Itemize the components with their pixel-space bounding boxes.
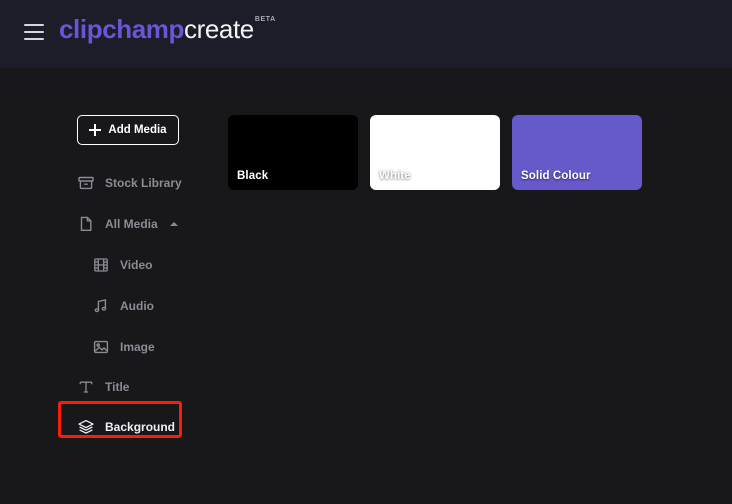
- background-card-solid-colour[interactable]: Solid Colour: [512, 115, 642, 190]
- stock-library-icon: [77, 174, 95, 192]
- sidebar-item-stock-library[interactable]: Stock Library: [77, 168, 182, 198]
- plus-icon: [89, 124, 102, 136]
- add-media-label: Add Media: [108, 124, 167, 136]
- sidebar-item-label: Background: [105, 420, 176, 434]
- brand-name-secondary: create: [184, 14, 254, 44]
- background-card-white[interactable]: White: [370, 115, 500, 190]
- hamburger-menu-icon[interactable]: [24, 24, 44, 40]
- card-label: Solid Colour: [521, 170, 591, 182]
- sidebar-item-audio[interactable]: Audio: [92, 291, 154, 321]
- layers-icon: [77, 418, 95, 436]
- background-card-black[interactable]: Black: [228, 115, 358, 190]
- sidebar-item-image[interactable]: Image: [92, 332, 155, 362]
- sidebar-item-title[interactable]: Title: [77, 372, 129, 402]
- sidebar-item-label: All Media: [105, 217, 158, 231]
- add-media-button[interactable]: Add Media: [77, 115, 179, 145]
- beta-badge: BETA: [254, 16, 276, 23]
- sidebar: Add Media Stock Library All Media Video …: [0, 68, 215, 504]
- card-label: Black: [237, 170, 269, 182]
- background-card-grid: Black White Solid Colour: [228, 115, 642, 190]
- brand-name-primary: clipchamp: [59, 14, 184, 44]
- body-area: Add Media Stock Library All Media Video …: [0, 68, 732, 504]
- sidebar-item-label: Title: [105, 380, 130, 394]
- app-header: clipchamp create BETA: [0, 0, 732, 68]
- sidebar-item-label: Stock Library: [105, 176, 182, 190]
- hamburger-line: [24, 38, 44, 40]
- sidebar-item-video[interactable]: Video: [92, 250, 152, 280]
- sidebar-item-background[interactable]: Background: [77, 412, 175, 442]
- sidebar-item-label: Audio: [120, 299, 154, 313]
- music-note-icon: [92, 297, 110, 315]
- brand-logo[interactable]: clipchamp create BETA: [59, 14, 276, 44]
- chevron-up-icon[interactable]: [169, 222, 178, 226]
- hamburger-line: [24, 24, 44, 26]
- card-label: White: [379, 170, 411, 182]
- sidebar-item-label: Video: [120, 258, 153, 272]
- film-icon: [92, 256, 110, 274]
- file-icon: [77, 215, 95, 233]
- app-root: clipchamp create BETA Add Media Stock Li…: [0, 0, 732, 504]
- sidebar-item-label: Image: [120, 340, 155, 354]
- hamburger-line: [24, 31, 44, 33]
- picture-icon: [92, 338, 110, 356]
- text-t-icon: [77, 378, 95, 396]
- sidebar-item-all-media[interactable]: All Media: [77, 209, 178, 239]
